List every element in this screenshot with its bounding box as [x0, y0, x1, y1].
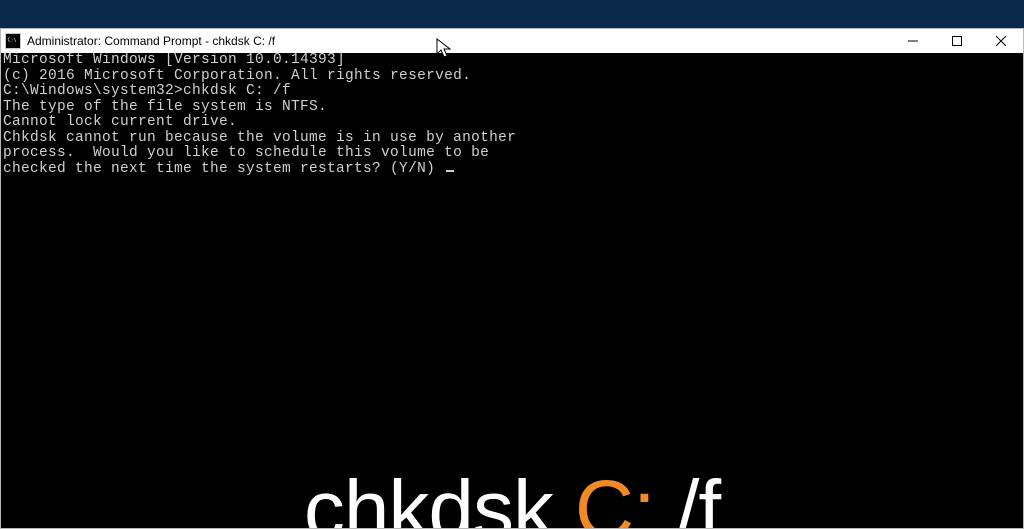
annotation-part2: C:	[575, 464, 655, 528]
terminal-output: Microsoft Windows [Version 10.0.14393](c…	[1, 53, 1023, 177]
terminal-line: The type of the file system is NTFS.	[3, 100, 1023, 116]
annotation-part1: chkdsk	[304, 464, 575, 528]
terminal-line: (c) 2016 Microsoft Corporation. All righ…	[3, 69, 1023, 85]
minimize-button[interactable]	[891, 29, 935, 53]
terminal-line: checked the next time the system restart…	[3, 162, 1023, 178]
command-prompt-icon: C:\	[5, 33, 21, 49]
close-icon	[996, 36, 1006, 46]
text-cursor	[446, 170, 454, 172]
terminal-area[interactable]: Microsoft Windows [Version 10.0.14393](c…	[1, 53, 1023, 528]
terminal-line: C:\Windows\system32>chkdsk C: /f	[3, 84, 1023, 100]
command-prompt-window: C:\ Administrator: Command Prompt - chkd…	[0, 28, 1024, 529]
terminal-line: process. Would you like to schedule this…	[3, 146, 1023, 162]
terminal-line: Microsoft Windows [Version 10.0.14393]	[3, 53, 1023, 69]
titlebar[interactable]: C:\ Administrator: Command Prompt - chkd…	[1, 29, 1023, 53]
svg-text:C:\: C:\	[8, 38, 17, 44]
annotation-overlay: chkdsk C: /f	[1, 463, 1023, 528]
minimize-icon	[908, 36, 918, 46]
terminal-line: Chkdsk cannot run because the volume is …	[3, 131, 1023, 147]
window-controls	[891, 29, 1023, 53]
terminal-line: Cannot lock current drive.	[3, 115, 1023, 131]
maximize-icon	[952, 36, 962, 46]
annotation-part3: /f	[655, 464, 720, 528]
window-title: Administrator: Command Prompt - chkdsk C…	[27, 34, 891, 48]
maximize-button[interactable]	[935, 29, 979, 53]
close-button[interactable]	[979, 29, 1023, 53]
